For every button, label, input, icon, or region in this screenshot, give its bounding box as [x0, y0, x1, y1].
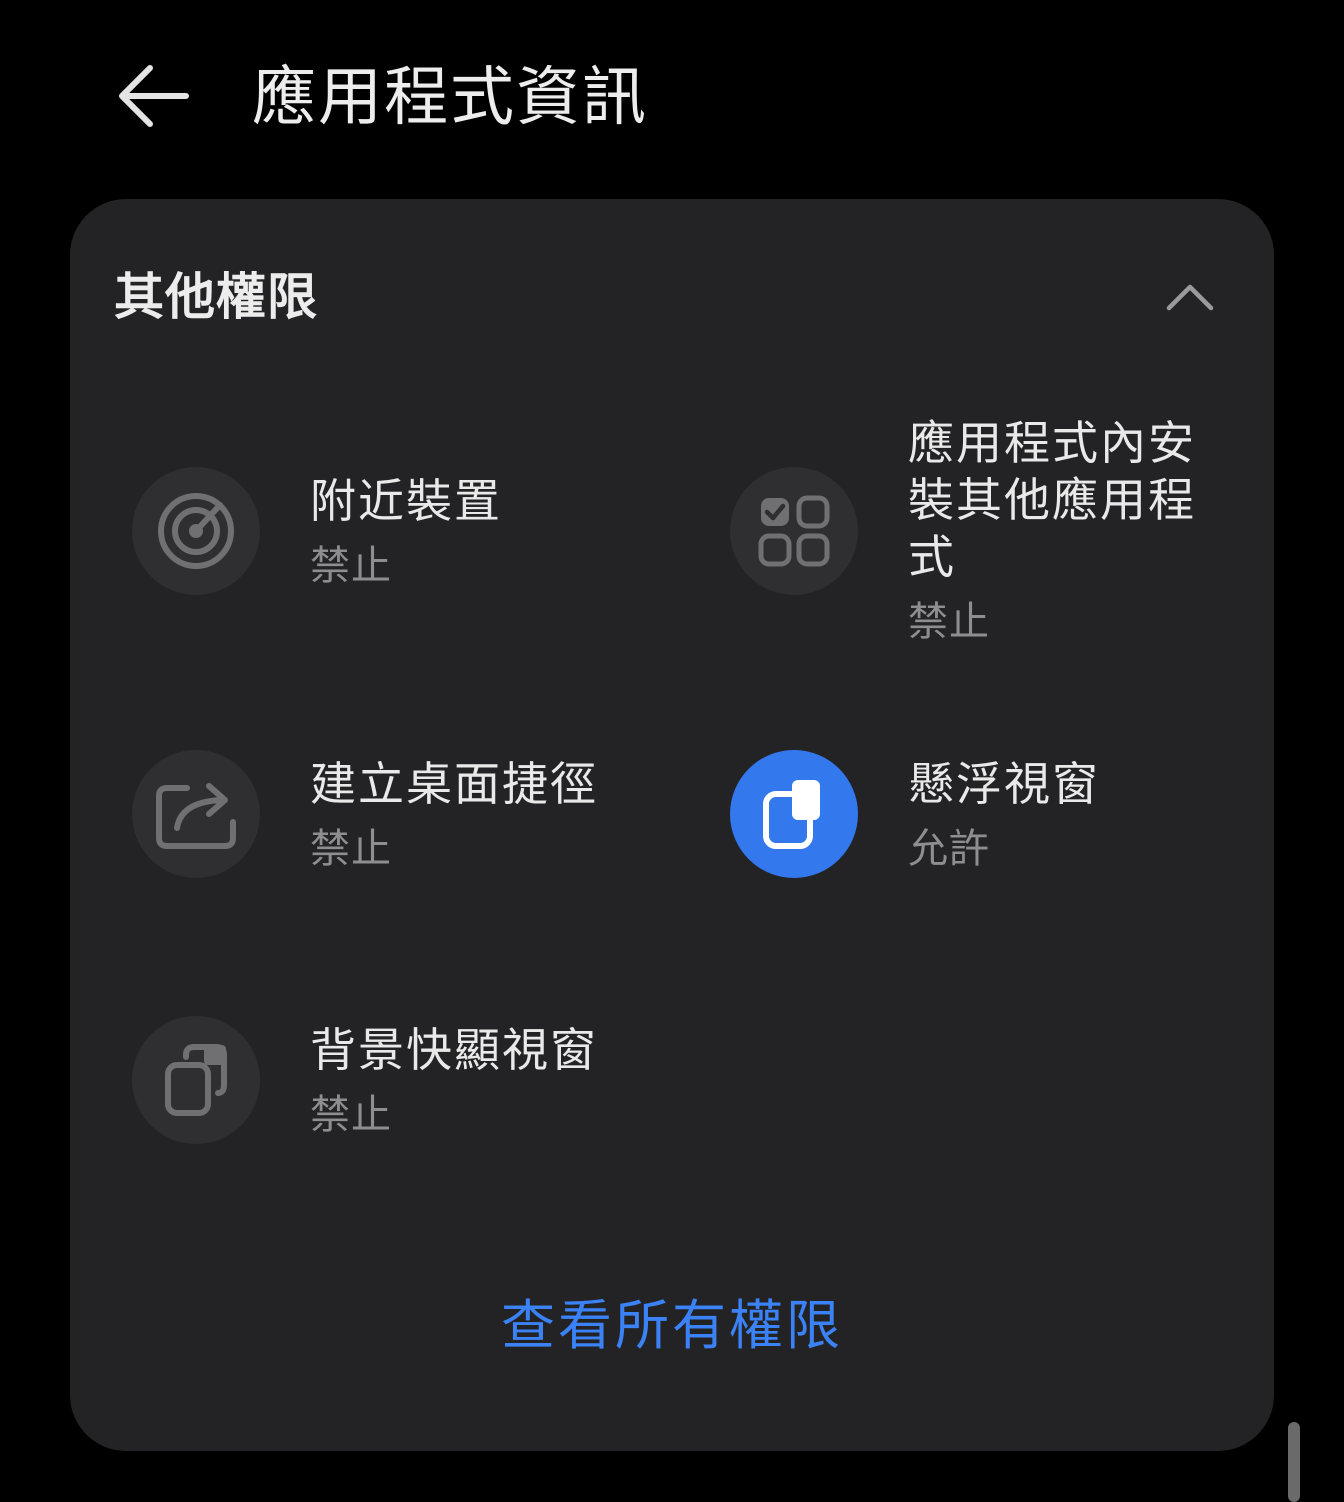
permission-install-other-apps[interactable]: 應用程式內安裝其他應用程式 禁止 [730, 416, 1250, 667]
permission-text: 建立桌面捷徑 禁止 [310, 756, 650, 875]
permissions-card: 其他權限 附近裝置 禁止 應用程式內安裝其他應用程式 禁止 建立桌面捷徑 禁止 … [70, 199, 1274, 1451]
permission-nearby-devices[interactable]: 附近裝置 禁止 [132, 467, 652, 607]
permission-label: 建立桌面捷徑 [310, 757, 598, 811]
popup-window-icon [165, 1044, 227, 1116]
permission-text: 附近裝置 禁止 [310, 473, 610, 592]
radar-icon [158, 493, 234, 569]
permission-status: 禁止 [908, 599, 990, 645]
page-title: 應用程式資訊 [252, 61, 648, 135]
back-button[interactable] [108, 56, 198, 136]
permission-icon-button [730, 750, 858, 878]
permission-text: 應用程式內安裝其他應用程式 禁止 [908, 415, 1208, 648]
scrollbar[interactable] [1288, 1422, 1300, 1502]
permission-label: 附近裝置 [310, 474, 502, 528]
section-header-other-permissions[interactable]: 其他權限 [70, 199, 1274, 399]
permission-text: 背景快顯視窗 禁止 [310, 1022, 650, 1141]
permission-status: 禁止 [310, 826, 392, 872]
permission-label: 應用程式內安裝其他應用程式 [908, 416, 1196, 584]
view-all-permissions-link[interactable]: 查看所有權限 [70, 1289, 1274, 1363]
permission-status: 允許 [908, 826, 990, 872]
permission-status: 禁止 [310, 1092, 392, 1138]
permission-status: 禁止 [310, 543, 392, 589]
arrow-left-icon [119, 65, 189, 127]
permission-background-popup[interactable]: 背景快顯視窗 禁止 [132, 1016, 692, 1156]
permission-label: 懸浮視窗 [908, 757, 1100, 811]
permission-floating-window[interactable]: 懸浮視窗 允許 [730, 750, 1250, 890]
app-bar: 應用程式資訊 [0, 0, 1344, 190]
share-shortcut-icon [156, 783, 236, 849]
chevron-up-icon [1166, 284, 1214, 311]
collapse-button[interactable] [1160, 273, 1220, 321]
permission-create-shortcut[interactable]: 建立桌面捷徑 禁止 [132, 750, 692, 890]
permission-label: 背景快顯視窗 [310, 1023, 598, 1077]
floating-window-icon [763, 780, 820, 849]
permission-icon-button [730, 467, 858, 595]
permission-text: 懸浮視窗 允許 [908, 756, 1208, 875]
permission-icon-button [132, 750, 260, 878]
permission-icon-button [132, 467, 260, 595]
permission-icon-button [132, 1016, 260, 1144]
app-grid-check-icon [758, 495, 830, 567]
section-title: 其他權限 [114, 268, 318, 326]
